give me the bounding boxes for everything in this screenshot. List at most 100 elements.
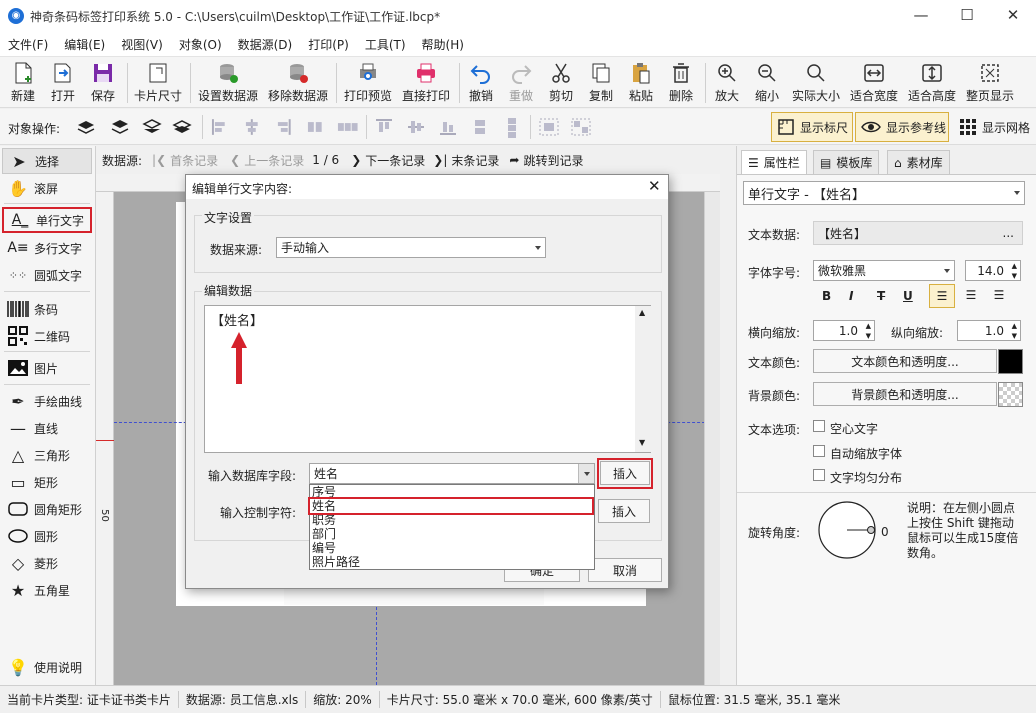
text-area-scrollbar[interactable]: ▲ ▼ xyxy=(635,306,651,452)
space-h-icon[interactable] xyxy=(336,117,360,137)
set-datasource-button[interactable]: 设置数据源 xyxy=(196,59,260,107)
zoom-out-button[interactable]: 缩小 xyxy=(750,59,784,107)
first-record-button[interactable]: 首条记录 xyxy=(170,152,218,169)
align-left-icon[interactable] xyxy=(210,117,230,137)
last-record-button[interactable]: 末条记录 xyxy=(451,152,499,169)
menu-edit[interactable]: 编辑(E) xyxy=(56,36,113,53)
autoscale-checkbox[interactable] xyxy=(813,445,825,457)
cancel-button[interactable]: 取消 xyxy=(588,558,662,582)
justify-checkbox[interactable] xyxy=(813,469,825,481)
italic-button[interactable]: I xyxy=(849,289,853,303)
align-right-text-button[interactable]: ☰ xyxy=(987,284,1011,308)
field-option-position[interactable]: 职务 xyxy=(310,513,594,527)
group-icon[interactable] xyxy=(538,117,560,137)
copy-button[interactable]: 复制 xyxy=(584,59,618,107)
tool-help[interactable]: 💡 使用说明 xyxy=(2,654,92,680)
goto-record-button[interactable]: 跳转到记录 xyxy=(523,152,583,169)
goto-record-icon[interactable]: ➦ xyxy=(509,153,519,167)
tab-properties[interactable]: ☰ 属性栏 xyxy=(741,150,807,174)
tool-picture[interactable]: 图片 xyxy=(2,355,92,381)
tab-assets[interactable]: ⌂ 素材库 xyxy=(887,150,950,174)
align-top-icon[interactable] xyxy=(374,117,394,137)
show-guides-toggle[interactable]: 显示参考线 xyxy=(855,112,949,142)
menu-print[interactable]: 打印(P) xyxy=(300,36,357,53)
print-preview-button[interactable]: 打印预览 xyxy=(342,59,394,107)
send-back-icon[interactable] xyxy=(172,117,192,137)
card-size-button[interactable]: 卡片尺寸 xyxy=(132,59,184,107)
ungroup-icon[interactable] xyxy=(570,117,592,137)
strikethrough-button[interactable]: T xyxy=(877,289,885,303)
first-record-icon[interactable]: |❮ xyxy=(152,153,166,167)
show-grid-toggle[interactable]: 显示网格 xyxy=(954,112,1034,142)
align-left-text-button[interactable]: ☰ xyxy=(929,284,955,308)
field-option-id[interactable]: 编号 xyxy=(310,541,594,555)
db-field-select[interactable]: 姓名 xyxy=(309,463,595,484)
tool-single-line-text[interactable]: A_ 单行文字 xyxy=(2,207,92,233)
dialog-close-icon[interactable]: ✕ xyxy=(648,177,661,195)
tool-circle[interactable]: 圆形 xyxy=(2,523,92,549)
maximize-button[interactable]: ☐ xyxy=(944,0,990,32)
bold-button[interactable]: B xyxy=(822,289,831,303)
menu-help[interactable]: 帮助(H) xyxy=(414,36,472,53)
align-right-icon[interactable] xyxy=(273,117,293,137)
full-page-button[interactable]: 整页显示 xyxy=(964,59,1016,107)
tool-rectangle[interactable]: ▭ 矩形 xyxy=(2,469,92,495)
undo-button[interactable]: 撤销 xyxy=(464,59,498,107)
spinner-arrows-icon[interactable]: ▲ ▼ xyxy=(1012,321,1017,341)
text-color-swatch[interactable] xyxy=(998,349,1023,374)
open-button[interactable]: 打开 xyxy=(46,59,80,107)
spinner-arrows-icon[interactable]: ▲ ▼ xyxy=(866,321,871,341)
spinner-arrows-icon[interactable]: ▲ ▼ xyxy=(1012,261,1017,281)
bg-color-swatch[interactable] xyxy=(998,382,1023,407)
tool-triangle[interactable]: △ 三角形 xyxy=(2,442,92,468)
tool-arc-text[interactable]: ⁘⁘ 圆弧文字 xyxy=(2,262,92,288)
paste-button[interactable]: 粘贴 xyxy=(624,59,658,107)
zoom-in-button[interactable]: 放大 xyxy=(710,59,744,107)
prev-record-button[interactable]: 上一条记录 xyxy=(244,152,304,169)
prev-record-icon[interactable]: ❮ xyxy=(230,153,240,167)
save-button[interactable]: 保存 xyxy=(86,59,120,107)
align-bottom-icon[interactable] xyxy=(438,117,458,137)
source-select[interactable]: 手动输入 xyxy=(276,237,546,258)
minimize-button[interactable]: — xyxy=(898,0,944,32)
vscale-spinner[interactable]: 1.0 ▲ ▼ xyxy=(957,320,1021,341)
hscale-spinner[interactable]: 1.0 ▲ ▼ xyxy=(813,320,875,341)
direct-print-button[interactable]: 直接打印 xyxy=(400,59,452,107)
tool-select[interactable]: ➤ 选择 xyxy=(2,148,92,174)
hollow-text-checkbox[interactable] xyxy=(813,420,825,432)
menu-object[interactable]: 对象(O) xyxy=(171,36,230,53)
db-field-dropdown-button[interactable] xyxy=(578,464,594,483)
tool-pan[interactable]: ✋ 滚屏 xyxy=(2,175,92,201)
distribute-v-icon[interactable] xyxy=(470,117,490,137)
new-button[interactable]: 新建 xyxy=(6,59,40,107)
scroll-down-icon[interactable]: ▼ xyxy=(639,438,645,447)
field-option-department[interactable]: 部门 xyxy=(310,527,594,541)
cut-button[interactable]: 剪切 xyxy=(544,59,578,107)
menu-tools[interactable]: 工具(T) xyxy=(357,36,414,53)
font-family-select[interactable]: 微软雅黑 xyxy=(813,260,955,281)
vertical-scrollbar[interactable] xyxy=(704,192,720,685)
edit-text-area[interactable]: 【姓名】 ▲ ▼ xyxy=(204,305,651,453)
remove-datasource-button[interactable]: 移除数据源 xyxy=(266,59,330,107)
tool-barcode[interactable]: 条码 xyxy=(2,296,92,322)
actual-size-button[interactable]: 实际大小 xyxy=(790,59,842,107)
tool-qrcode[interactable]: 二维码 xyxy=(2,323,92,349)
align-center-icon[interactable] xyxy=(242,117,262,137)
text-data-field[interactable]: 【姓名】 ... xyxy=(813,221,1023,245)
underline-button[interactable]: U xyxy=(903,289,913,303)
tool-rounded-rectangle[interactable]: 圆角矩形 xyxy=(2,496,92,522)
next-record-icon[interactable]: ❯ xyxy=(351,153,361,167)
next-record-button[interactable]: 下一条记录 xyxy=(365,152,425,169)
last-record-icon[interactable]: ❯| xyxy=(433,153,447,167)
delete-button[interactable]: 删除 xyxy=(664,59,698,107)
tool-star[interactable]: ★ 五角星 xyxy=(2,577,92,603)
send-backward-icon[interactable] xyxy=(142,117,162,137)
bring-forward-icon[interactable] xyxy=(110,117,130,137)
close-window-button[interactable]: ✕ xyxy=(990,0,1036,32)
fit-height-button[interactable]: 适合高度 xyxy=(906,59,958,107)
tab-templates[interactable]: ▤ 模板库 xyxy=(813,150,880,174)
fit-width-button[interactable]: 适合宽度 xyxy=(848,59,900,107)
field-option-photo-path[interactable]: 照片路径 xyxy=(310,555,594,569)
scroll-up-icon[interactable]: ▲ xyxy=(639,308,645,317)
space-v-icon[interactable] xyxy=(502,117,522,139)
